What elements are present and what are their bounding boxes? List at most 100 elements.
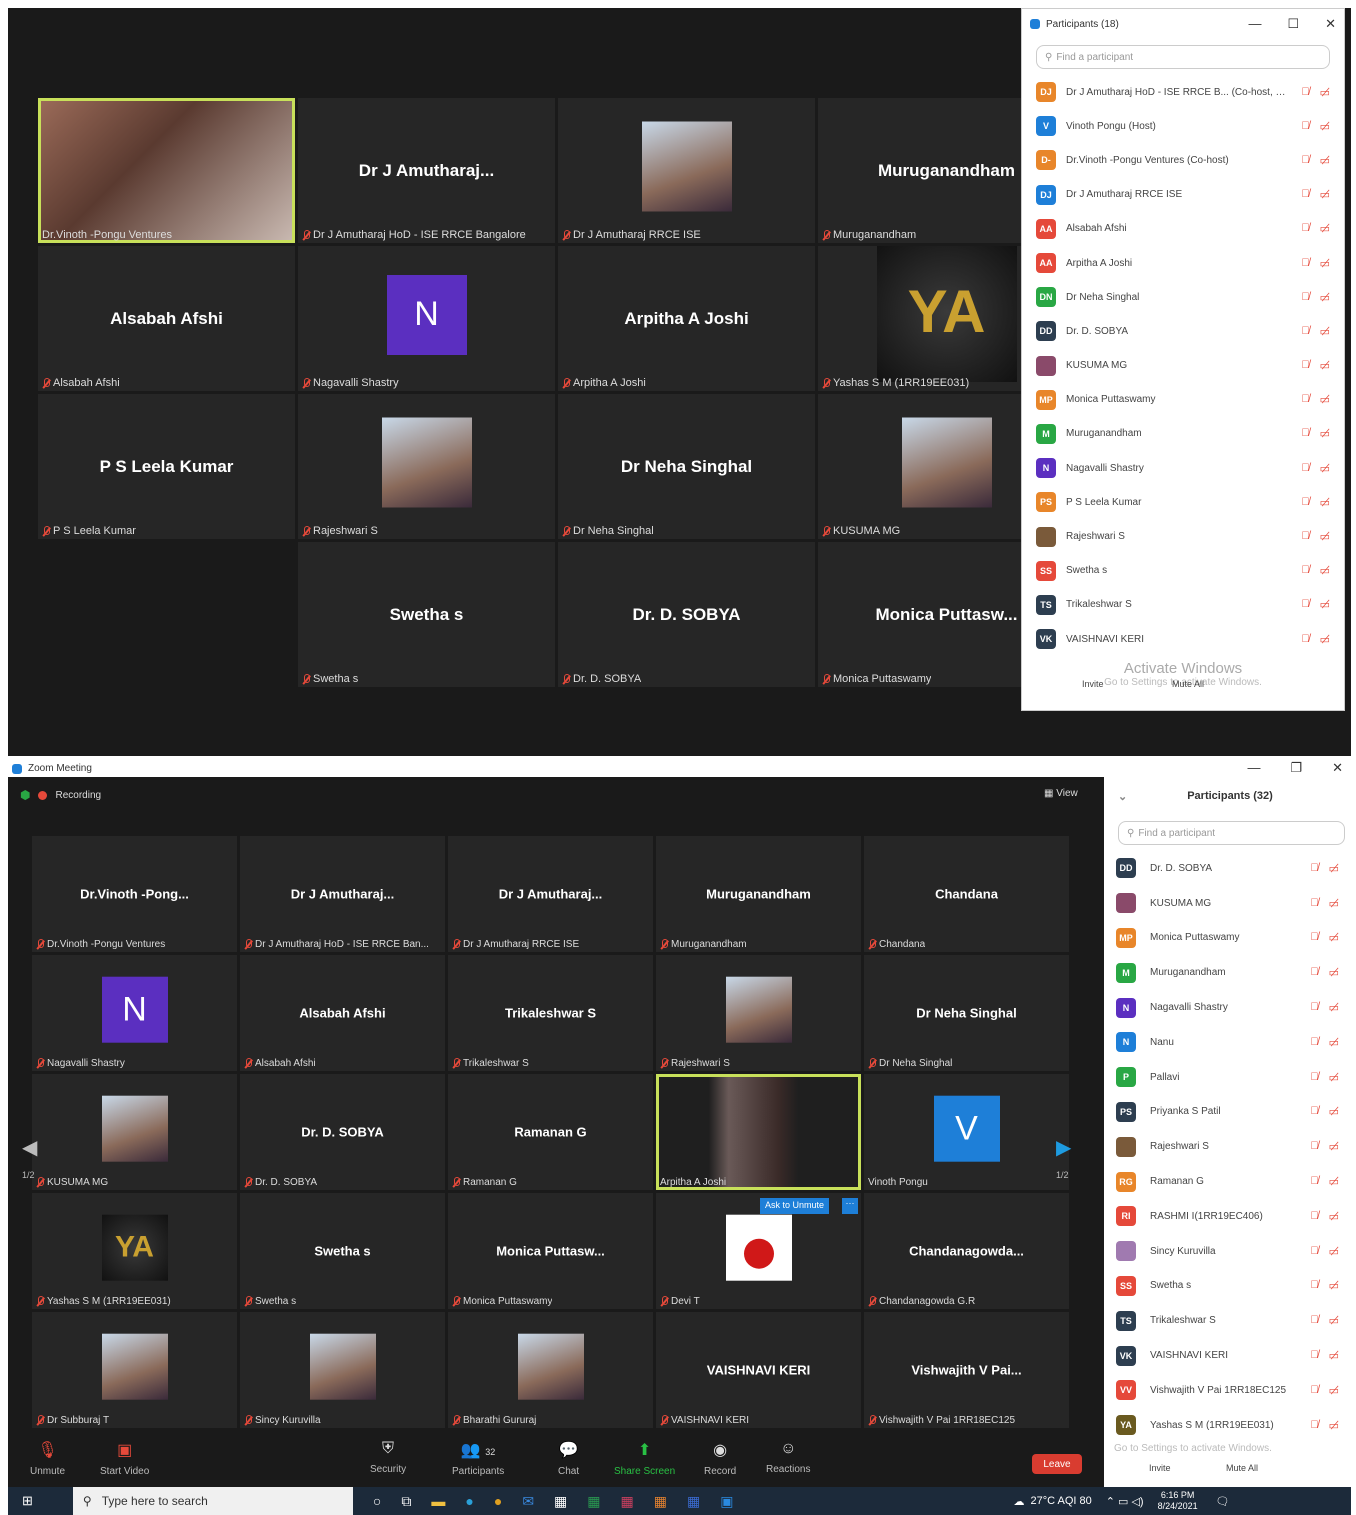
participant-row[interactable]: Sincy Kuruvilla 🎙̸ ▭̸	[1104, 1234, 1351, 1269]
video-tile[interactable]: Alsabah Afshi Alsabah Afshi	[38, 246, 295, 391]
video-tile[interactable]: N Nagavalli Shastry	[32, 955, 237, 1071]
video-tile[interactable]: V Vinoth Pongu	[864, 1074, 1069, 1190]
participant-row[interactable]: PS Priyanka S Patil 🎙̸ ▭̸	[1104, 1095, 1351, 1130]
mute-all-button[interactable]: Mute All	[1172, 679, 1204, 689]
participant-row[interactable]: N Nagavalli Shastry 🎙̸ ▭̸	[1104, 990, 1351, 1025]
unmute-button[interactable]: 🎙 Unmute	[30, 1440, 65, 1477]
video-tile[interactable]: Bharathi Gururaj	[448, 1312, 653, 1428]
participant-row[interactable]: Rajeshwari S 🎙̸ ▭̸	[1104, 1129, 1351, 1164]
participant-row[interactable]: YA Yashas S M (1RR19EE031) 🎙̸ ▭̸	[1104, 1408, 1351, 1443]
file-explorer-icon[interactable]: ▬	[431, 1493, 445, 1510]
participant-row[interactable]: AA Arpitha A Joshi 🎙̸ ▭̸	[1022, 246, 1344, 280]
participant-row[interactable]: MP Monica Puttaswamy 🎙̸ ▭̸	[1022, 383, 1344, 417]
video-tile[interactable]: Ramanan G Ramanan G	[448, 1074, 653, 1190]
share-screen-button[interactable]: ⬆ Share Screen	[614, 1440, 675, 1477]
chrome-icon[interactable]: ●	[494, 1493, 502, 1510]
tray-icons[interactable]: ⌃ ▭ ◁)	[1106, 1495, 1144, 1508]
participant-row[interactable]: DN Dr Neha Singhal 🎙̸ ▭̸	[1022, 280, 1344, 314]
video-tile[interactable]: Chandana Chandana	[864, 836, 1069, 952]
video-tile[interactable]: Dr. D. SOBYA Dr. D. SOBYA	[240, 1074, 445, 1190]
more-options-button[interactable]: ···	[842, 1198, 858, 1214]
participant-row[interactable]: VK VAISHNAVI KERI 🎙̸ ▭̸	[1022, 622, 1344, 656]
view-button[interactable]: ▦ View	[1044, 788, 1078, 799]
video-tile[interactable]: Dr J Amutharaj RRCE ISE	[558, 98, 815, 243]
video-tile[interactable]: Monica Puttasw... Monica Puttaswamy	[448, 1193, 653, 1309]
participant-row[interactable]: PS P S Leela Kumar 🎙̸ ▭̸	[1022, 485, 1344, 519]
video-tile[interactable]: Arpitha A Joshi	[656, 1074, 861, 1190]
video-tile[interactable]: Swetha s Swetha s	[240, 1193, 445, 1309]
video-tile[interactable]: Trikaleshwar S Trikaleshwar S	[448, 955, 653, 1071]
participant-row[interactable]: KUSUMA MG 🎙̸ ▭̸	[1022, 349, 1344, 383]
video-tile[interactable]: Rajeshwari S	[298, 394, 555, 539]
participant-row[interactable]: KUSUMA MG 🎙̸ ▭̸	[1104, 886, 1351, 921]
zoom-taskbar-icon[interactable]: ▣	[720, 1493, 733, 1510]
taskbar-search[interactable]: ⚲ Type here to search	[72, 1487, 353, 1515]
participant-row[interactable]: DJ Dr J Amutharaj HoD - ISE RRCE B... (Co…	[1022, 75, 1344, 109]
video-tile[interactable]: Muruganandham Muruganandham	[656, 836, 861, 952]
participant-row[interactable]: VV Vishwajith V Pai 1RR18EC125 🎙̸ ▭̸	[1104, 1373, 1351, 1408]
video-tile[interactable]: Dr. D. SOBYA Dr. D. SOBYA	[558, 542, 815, 687]
video-tile[interactable]: Dr Neha Singhal Dr Neha Singhal	[558, 394, 815, 539]
video-tile[interactable]: Dr Subburaj T	[32, 1312, 237, 1428]
participant-row[interactable]: VK VAISHNAVI KERI 🎙̸ ▭̸	[1104, 1338, 1351, 1373]
video-tile[interactable]: Dr.Vinoth -Pongu Ventures	[38, 98, 295, 243]
video-tile[interactable]: VAISHNAVI KERI VAISHNAVI KERI	[656, 1312, 861, 1428]
store-icon[interactable]: ▦	[554, 1493, 567, 1510]
participant-row[interactable]: MP Monica Puttaswamy 🎙̸ ▭̸	[1104, 921, 1351, 956]
maximize-icon[interactable]: ☐	[1287, 16, 1299, 32]
participant-row[interactable]: SS Swetha s 🎙̸ ▭̸	[1104, 1269, 1351, 1304]
video-tile[interactable]: Dr Neha Singhal Dr Neha Singhal	[864, 955, 1069, 1071]
participant-row[interactable]: DJ Dr J Amutharaj RRCE ISE 🎙̸ ▭̸	[1022, 178, 1344, 212]
participant-row[interactable]: TS Trikaleshwar S 🎙̸ ▭̸	[1104, 1303, 1351, 1338]
video-tile[interactable]: Swetha s Swetha s	[298, 542, 555, 687]
mute-all-button[interactable]: Mute All	[1226, 1463, 1258, 1473]
video-tile[interactable]: Alsabah Afshi Alsabah Afshi	[240, 955, 445, 1071]
windows-start-icon[interactable]: ⊞	[22, 1493, 33, 1509]
participants-button[interactable]: 👥 32 Participants	[452, 1440, 504, 1477]
mail-icon[interactable]: ✉	[522, 1493, 534, 1510]
search-input[interactable]: ⚲ Find a participant	[1118, 821, 1345, 845]
participant-row[interactable]: M Muruganandham 🎙̸ ▭̸	[1022, 417, 1344, 451]
participant-row[interactable]: P Pallavi 🎙̸ ▭̸	[1104, 1060, 1351, 1095]
security-button[interactable]: ⛨ Security	[370, 1440, 406, 1475]
participant-row[interactable]: V Vinoth Pongu (Host) 🎙̸ ▭̸	[1022, 109, 1344, 143]
participant-row[interactable]: TS Trikaleshwar S 🎙̸ ▭̸	[1022, 588, 1344, 622]
task-view-icon[interactable]: ⧉	[401, 1493, 411, 1510]
participant-row[interactable]: N Nanu 🎙̸ ▭̸	[1104, 1025, 1351, 1060]
app-icon[interactable]: ▦	[654, 1493, 667, 1510]
reactions-button[interactable]: ☺ Reactions	[766, 1440, 810, 1475]
video-tile[interactable]: N Nagavalli Shastry	[298, 246, 555, 391]
video-tile[interactable]: Rajeshwari S	[656, 955, 861, 1071]
participant-row[interactable]: DD Dr. D. SOBYA 🎙̸ ▭̸	[1022, 314, 1344, 348]
shield-icon[interactable]: ⬢	[20, 788, 30, 802]
video-tile[interactable]: Dr.Vinoth -Pong... Dr.Vinoth -Pongu Ventu…	[32, 836, 237, 952]
video-tile[interactable]: KUSUMA MG	[32, 1074, 237, 1190]
video-tile[interactable]: Vishwajith V Pai... Vishwajith V Pai 1RR1…	[864, 1312, 1069, 1428]
participant-row[interactable]: Rajeshwari S 🎙̸ ▭̸	[1022, 519, 1344, 553]
participant-row[interactable]: DD Dr. D. SOBYA 🎙̸ ▭̸	[1104, 851, 1351, 886]
chat-button[interactable]: 💬 Chat	[558, 1440, 579, 1477]
participant-row[interactable]: RI RASHMI I(1RR19EC406) 🎙̸ ▭̸	[1104, 1199, 1351, 1234]
search-input[interactable]: ⚲ Find a participant	[1036, 45, 1330, 69]
video-tile[interactable]: Chandanagowda... Chandanagowda G.R	[864, 1193, 1069, 1309]
participant-row[interactable]: M Muruganandham 🎙̸ ▭̸	[1104, 955, 1351, 990]
start-video-button[interactable]: ▣ Start Video	[100, 1440, 149, 1477]
video-tile[interactable]: YA Yashas S M (1RR19EE031)	[32, 1193, 237, 1309]
minimize-icon[interactable]: —	[1247, 760, 1260, 776]
video-tile[interactable]: Dr J Amutharaj... Dr J Amutharaj RRCE ISE	[448, 836, 653, 952]
excel-icon[interactable]: ▦	[587, 1493, 600, 1510]
app-icon[interactable]: ▦	[621, 1493, 634, 1510]
video-tile[interactable]: Dr J Amutharaj... Dr J Amutharaj HoD - IS…	[240, 836, 445, 952]
minimize-icon[interactable]: —	[1248, 16, 1261, 32]
prev-page-button[interactable]: ◀ 1/2	[22, 1135, 52, 1195]
video-tile[interactable]: Sincy Kuruvilla	[240, 1312, 445, 1428]
participant-row[interactable]: D- Dr.Vinoth -Pongu Ventures (Co-host) 🎙̸ ▭…	[1022, 143, 1344, 177]
restore-icon[interactable]: ❐	[1290, 760, 1302, 776]
close-icon[interactable]: ✕	[1325, 16, 1336, 32]
close-icon[interactable]: ✕	[1332, 760, 1343, 776]
participant-row[interactable]: RG Ramanan G 🎙̸ ▭̸	[1104, 1164, 1351, 1199]
record-button[interactable]: ◉ Record	[704, 1440, 736, 1477]
video-tile[interactable]: Dr J Amutharaj... Dr J Amutharaj HoD - IS…	[298, 98, 555, 243]
cortana-icon[interactable]: ○	[373, 1493, 381, 1510]
ask-to-unmute-button[interactable]: Ask to Unmute	[760, 1198, 830, 1214]
